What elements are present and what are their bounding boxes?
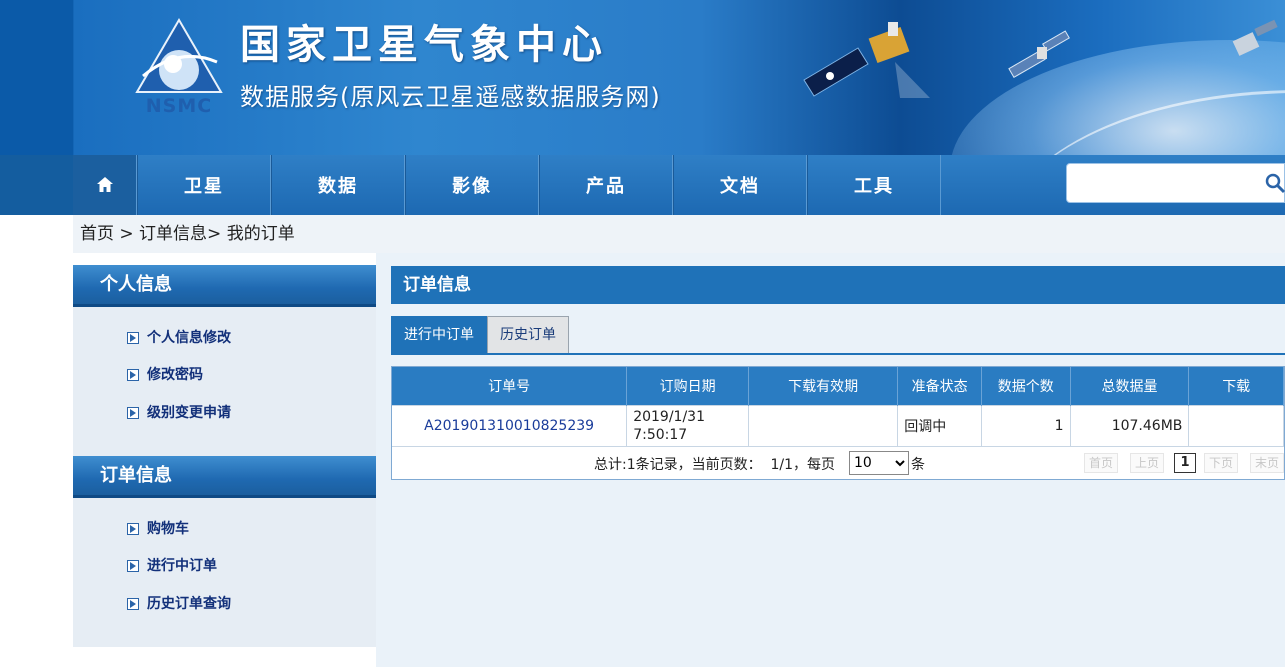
arrow-bullet-icon bbox=[127, 369, 139, 381]
page-size-unit: 条 bbox=[911, 457, 925, 473]
download-cell[interactable] bbox=[1188, 405, 1284, 446]
sidebar-link-label: 历史订单查询 bbox=[147, 596, 231, 612]
col-header-status: 准备状态 bbox=[897, 367, 982, 406]
sidebar-panel-personal: 个人信息修改 修改密码 级别变更申请 bbox=[73, 307, 376, 456]
home-icon bbox=[96, 177, 113, 192]
page-title: 订单信息 bbox=[391, 266, 1285, 304]
current-page-button[interactable]: 1 bbox=[1174, 453, 1196, 473]
order-time: 7:50:17 bbox=[633, 426, 688, 443]
nav-item-data[interactable]: 数据 bbox=[271, 155, 405, 215]
orders-table-container: 订单号 订购日期 下载有效期 准备状态 数据个数 总数据量 下载 A201901… bbox=[391, 366, 1285, 480]
nav-item-tools[interactable]: 工具 bbox=[807, 155, 941, 215]
nav-item-products[interactable]: 产品 bbox=[539, 155, 673, 215]
breadcrumb-text[interactable]: 首页 > 订单信息> 我的订单 bbox=[80, 224, 295, 244]
arrow-bullet-icon bbox=[127, 523, 139, 535]
tab-underline bbox=[391, 353, 1285, 355]
col-header-size: 总数据量 bbox=[1070, 367, 1190, 406]
sidebar-header-personal: 个人信息 bbox=[73, 265, 376, 307]
arrow-bullet-icon bbox=[127, 598, 139, 610]
count-cell: 1 bbox=[981, 405, 1071, 446]
sidebar: 个人信息 个人信息修改 修改密码 级别变更申请 订单信息 购物车 进行中订单 历… bbox=[73, 253, 376, 667]
satellite-graphic bbox=[803, 22, 930, 98]
next-page-button[interactable]: 下页 bbox=[1204, 453, 1239, 473]
sidebar-link-label: 级别变更申请 bbox=[147, 405, 231, 421]
satellite-graphic-far bbox=[1232, 19, 1278, 56]
sidebar-header-orders: 订单信息 bbox=[73, 456, 376, 498]
nav-left-block bbox=[0, 155, 73, 215]
site-subtitle: 数据服务(原风云卫星遥感数据服务网) bbox=[240, 83, 661, 111]
col-header-order-id: 订单号 bbox=[392, 367, 628, 406]
table-header-row: 订单号 订购日期 下载有效期 准备状态 数据个数 总数据量 下载 bbox=[392, 367, 1284, 406]
sidebar-link-label: 修改密码 bbox=[147, 367, 203, 383]
arrow-bullet-icon bbox=[127, 407, 139, 419]
col-header-download: 下载 bbox=[1188, 367, 1284, 406]
breadcrumb: 首页 > 订单信息> 我的订单 bbox=[73, 215, 1285, 253]
first-page-button[interactable]: 首页 bbox=[1084, 453, 1119, 473]
search-input[interactable] bbox=[1075, 164, 1259, 202]
col-header-expiry: 下载有效期 bbox=[748, 367, 899, 406]
sidebar-link-active-orders[interactable]: 进行中订单 bbox=[127, 555, 217, 577]
pagination: 总计:1条记录，当前页数： 1/1，每页 10 条 首页 上页 1 下页 末页 bbox=[392, 446, 1284, 479]
main-content: 订单信息 进行中订单 历史订单 订单号 订购日期 下载有效期 准备状态 数据个数… bbox=[376, 253, 1285, 667]
order-tabs: 进行中订单 历史订单 bbox=[391, 316, 569, 354]
col-header-order-date: 订购日期 bbox=[626, 367, 749, 406]
size-cell: 107.46MB bbox=[1070, 405, 1190, 446]
tab-order-history[interactable]: 历史订单 bbox=[487, 316, 569, 354]
table-row: A201901310010825239 2019/1/31 7:50:17 回调… bbox=[392, 405, 1284, 446]
breadcrumb-bar: 首页 > 订单信息> 我的订单 bbox=[0, 215, 1285, 253]
tab-active-orders[interactable]: 进行中订单 bbox=[391, 316, 487, 354]
prev-page-button[interactable]: 上页 bbox=[1130, 453, 1165, 473]
nav-items: 卫星 数据 影像 产品 文档 工具 bbox=[73, 155, 941, 215]
sidebar-link-label: 进行中订单 bbox=[147, 558, 217, 574]
arrow-bullet-icon bbox=[127, 560, 139, 572]
page-size-select[interactable]: 10 bbox=[849, 451, 909, 475]
orders-table: 订单号 订购日期 下载有效期 准备状态 数据个数 总数据量 下载 A201901… bbox=[392, 367, 1284, 446]
search-box bbox=[1066, 163, 1285, 203]
status-cell: 回调中 bbox=[897, 405, 982, 446]
nav-home-button[interactable] bbox=[73, 155, 137, 215]
sidebar-link-cart[interactable]: 购物车 bbox=[127, 518, 189, 540]
sidebar-link-level-change[interactable]: 级别变更申请 bbox=[127, 402, 231, 424]
satellite-graphic-small bbox=[1008, 30, 1070, 79]
nsmc-logo[interactable]: NSMC bbox=[133, 18, 225, 116]
pagination-summary: 总计:1条记录，当前页数： 1/1，每页 bbox=[594, 457, 836, 473]
sidebar-link-label: 购物车 bbox=[147, 521, 189, 537]
arrow-bullet-icon bbox=[127, 332, 139, 344]
sidebar-panel-orders: 购物车 进行中订单 历史订单查询 bbox=[73, 498, 376, 647]
col-header-count: 数据个数 bbox=[981, 367, 1071, 406]
order-date-cell: 2019/1/31 7:50:17 bbox=[626, 405, 749, 446]
banner-left-block bbox=[0, 0, 73, 155]
nav-item-satellite[interactable]: 卫星 bbox=[137, 155, 271, 215]
sidebar-link-change-password[interactable]: 修改密码 bbox=[127, 364, 203, 386]
order-id-link[interactable]: A201901310010825239 bbox=[392, 405, 628, 446]
site-title: 国家卫星气象中心 bbox=[240, 22, 608, 68]
expiry-cell bbox=[748, 405, 899, 446]
order-date: 2019/1/31 bbox=[633, 408, 705, 425]
sidebar-link-edit-profile[interactable]: 个人信息修改 bbox=[127, 327, 231, 349]
search-icon[interactable] bbox=[1264, 172, 1285, 194]
sidebar-link-order-history[interactable]: 历史订单查询 bbox=[127, 593, 231, 615]
nav-item-imagery[interactable]: 影像 bbox=[405, 155, 539, 215]
last-page-button[interactable]: 末页 bbox=[1250, 453, 1284, 473]
site-banner: NSMC 国家卫星气象中心 数据服务(原风云卫星遥感数据服务网) bbox=[0, 0, 1285, 155]
sidebar-link-label: 个人信息修改 bbox=[147, 330, 231, 346]
nav-item-documents[interactable]: 文档 bbox=[673, 155, 807, 215]
logo-text: NSMC bbox=[146, 95, 212, 116]
